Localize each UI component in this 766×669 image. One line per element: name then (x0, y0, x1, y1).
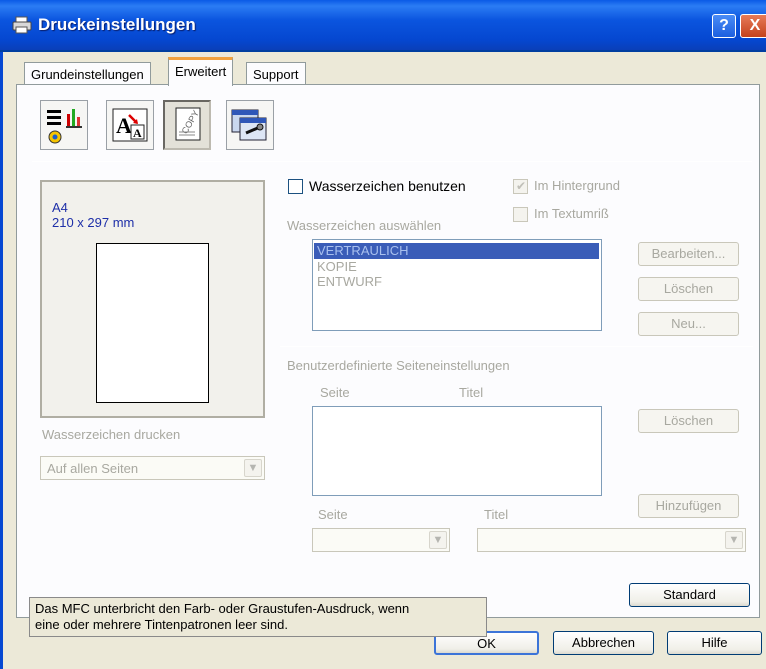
page-column-header: Seite (320, 385, 350, 400)
quality-settings-button[interactable] (40, 100, 88, 150)
outline-checkbox[interactable] (513, 207, 528, 222)
edit-button[interactable]: Bearbeiten... (638, 242, 739, 266)
custom-pages-title: Benutzerdefinierte Seiteneinstellungen (287, 358, 510, 373)
paper-size: A4 (52, 200, 68, 215)
use-watermark-label: Wasserzeichen benutzen (309, 178, 466, 194)
outline-label: Im Textumriß (534, 206, 609, 221)
tab-support[interactable]: Support (246, 62, 306, 85)
tab-grundeinstellungen[interactable]: Grundeinstellungen (24, 62, 151, 85)
chevron-down-icon[interactable]: ▼ (725, 531, 743, 549)
background-label: Im Hintergrund (534, 178, 620, 193)
page-label: Seite (318, 507, 348, 522)
use-watermark-checkbox[interactable] (288, 179, 303, 194)
svg-text:A: A (133, 126, 142, 140)
section-separator (280, 346, 753, 347)
window-frame-left (0, 52, 3, 669)
page-select[interactable]: ▼ (312, 528, 450, 552)
title-bar[interactable]: Druckeinstellungen ? X (0, 0, 766, 52)
window-title: Druckeinstellungen (38, 15, 196, 34)
toolbar-separator (32, 161, 752, 162)
delete-custom-button[interactable]: Löschen (638, 409, 739, 433)
background-checkbox[interactable]: ✔ (513, 179, 528, 194)
select-watermark-label: Wasserzeichen auswählen (287, 218, 442, 233)
info-text-line: Das MFC unterbricht den Farb- oder Graus… (35, 601, 410, 616)
list-item[interactable]: KOPIE (317, 259, 357, 275)
list-item[interactable]: ENTWURF (317, 274, 382, 290)
printer-icon (12, 16, 32, 34)
paper-size-text: A4 210 x 297 mm (52, 200, 134, 230)
paper-preview (96, 243, 209, 403)
watermark-list[interactable]: VERTRAULICH KOPIE ENTWURF (312, 239, 602, 331)
title-select[interactable]: ▼ (477, 528, 746, 552)
delete-watermark-button[interactable]: Löschen (638, 277, 739, 301)
chevron-down-icon[interactable]: ▼ (244, 459, 262, 477)
watermark-button[interactable]: COPY (163, 100, 211, 150)
list-item[interactable]: VERTRAULICH (314, 243, 599, 259)
font-scaling-icon: A A (112, 108, 148, 142)
device-options-icon (231, 109, 267, 141)
cancel-button[interactable]: Abbrechen (553, 631, 654, 655)
close-button[interactable]: X (740, 14, 766, 38)
checkmark-icon: ✔ (516, 179, 527, 193)
title-label: Titel (484, 507, 509, 522)
print-settings-dialog: Druckeinstellungen ? X Grundeinstellunge… (0, 0, 766, 669)
tab-erweitert[interactable]: Erweitert (168, 57, 234, 86)
paper-dimensions: 210 x 297 mm (52, 215, 135, 230)
add-button[interactable]: Hinzufügen (638, 494, 739, 518)
help-title-button[interactable]: ? (712, 14, 736, 38)
device-options-button[interactable] (226, 100, 274, 150)
font-scaling-button[interactable]: A A (106, 100, 154, 150)
print-watermark-select[interactable]: Auf allen Seiten ▼ (40, 456, 265, 480)
custom-pages-list[interactable] (312, 406, 602, 496)
info-text-line: eine oder mehrere Tintenpatronen leer si… (35, 617, 288, 632)
print-watermark-label: Wasserzeichen drucken (42, 427, 181, 442)
print-watermark-value: Auf allen Seiten (47, 461, 139, 476)
title-column-header: Titel (459, 385, 484, 400)
new-button[interactable]: Neu... (638, 312, 739, 336)
standard-button[interactable]: Standard (629, 583, 750, 607)
quality-settings-icon (47, 109, 82, 144)
info-text-box: Das MFC unterbricht den Farb- oder Graus… (29, 597, 487, 637)
watermark-copy-icon: COPY (175, 107, 201, 141)
chevron-down-icon[interactable]: ▼ (429, 531, 447, 549)
help-button[interactable]: Hilfe (667, 631, 762, 655)
